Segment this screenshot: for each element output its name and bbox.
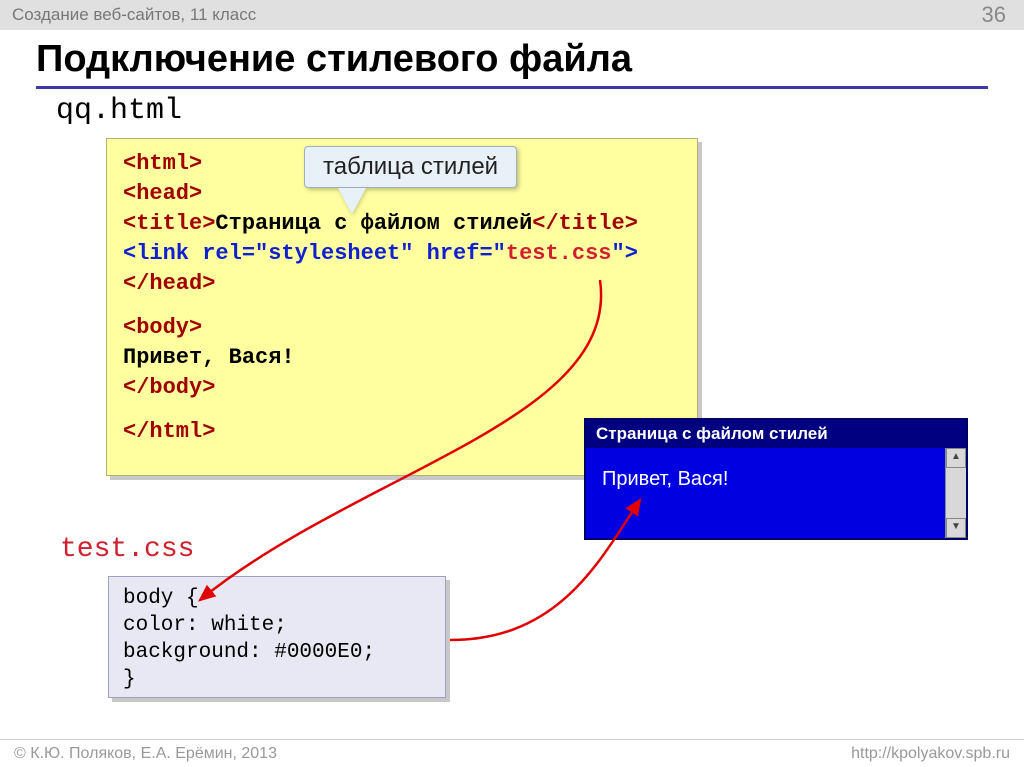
css-code-box: body { color: white; background: #0000E0… [108, 576, 446, 698]
code-line: <title> [123, 211, 215, 236]
code-line: color: white; [123, 612, 431, 639]
scrollbar[interactable]: ▲ ▼ [945, 448, 966, 538]
code-line: background: #0000E0; [123, 639, 431, 666]
filename-html: qq.html [56, 94, 182, 128]
preview-titlebar: Страница с файлом стилей [586, 420, 966, 448]
code-line: </title> [532, 211, 638, 236]
code-line: </head> [123, 271, 215, 296]
topbar: Создание веб-сайтов, 11 класс 36 [0, 0, 1024, 30]
slide-title: Подключение стилевого файла [36, 38, 632, 81]
preview-text: Привет, Вася! [602, 468, 728, 490]
code-line: Страница с файлом стилей [215, 211, 532, 236]
footer-url: http://kpolyakov.spb.ru [851, 745, 1010, 763]
code-line: </html> [123, 419, 215, 444]
code-line: <head> [123, 181, 202, 206]
preview-body: Привет, Вася! ▲ ▼ [586, 448, 966, 538]
browser-preview: Страница с файлом стилей Привет, Вася! ▲… [584, 418, 968, 540]
footer: © К.Ю. Поляков, Е.А. Ерёмин, 2013 http:/… [0, 739, 1024, 767]
code-line: </body> [123, 375, 215, 400]
code-line: <html> [123, 151, 202, 176]
code-line: Привет, Вася! [123, 345, 295, 370]
code-line: test.css [506, 241, 612, 266]
code-line: <body> [123, 315, 202, 340]
scroll-down-icon[interactable]: ▼ [946, 518, 966, 538]
filename-css: test.css [60, 534, 194, 565]
code-line: <link rel="stylesheet" href=" [123, 241, 506, 266]
code-line: body { [123, 585, 431, 612]
code-line: "> [612, 241, 638, 266]
scroll-up-icon[interactable]: ▲ [946, 448, 966, 468]
callout-tail [338, 188, 366, 214]
callout-bubble: таблица стилей [304, 146, 517, 188]
course-name: Создание веб-сайтов, 11 класс [12, 5, 256, 25]
slide: Создание веб-сайтов, 11 класс 36 Подключ… [0, 0, 1024, 767]
copyright: © К.Ю. Поляков, Е.А. Ерёмин, 2013 [14, 745, 277, 763]
code-line: } [123, 666, 431, 693]
page-number: 36 [982, 2, 1006, 28]
title-underline [36, 86, 988, 89]
